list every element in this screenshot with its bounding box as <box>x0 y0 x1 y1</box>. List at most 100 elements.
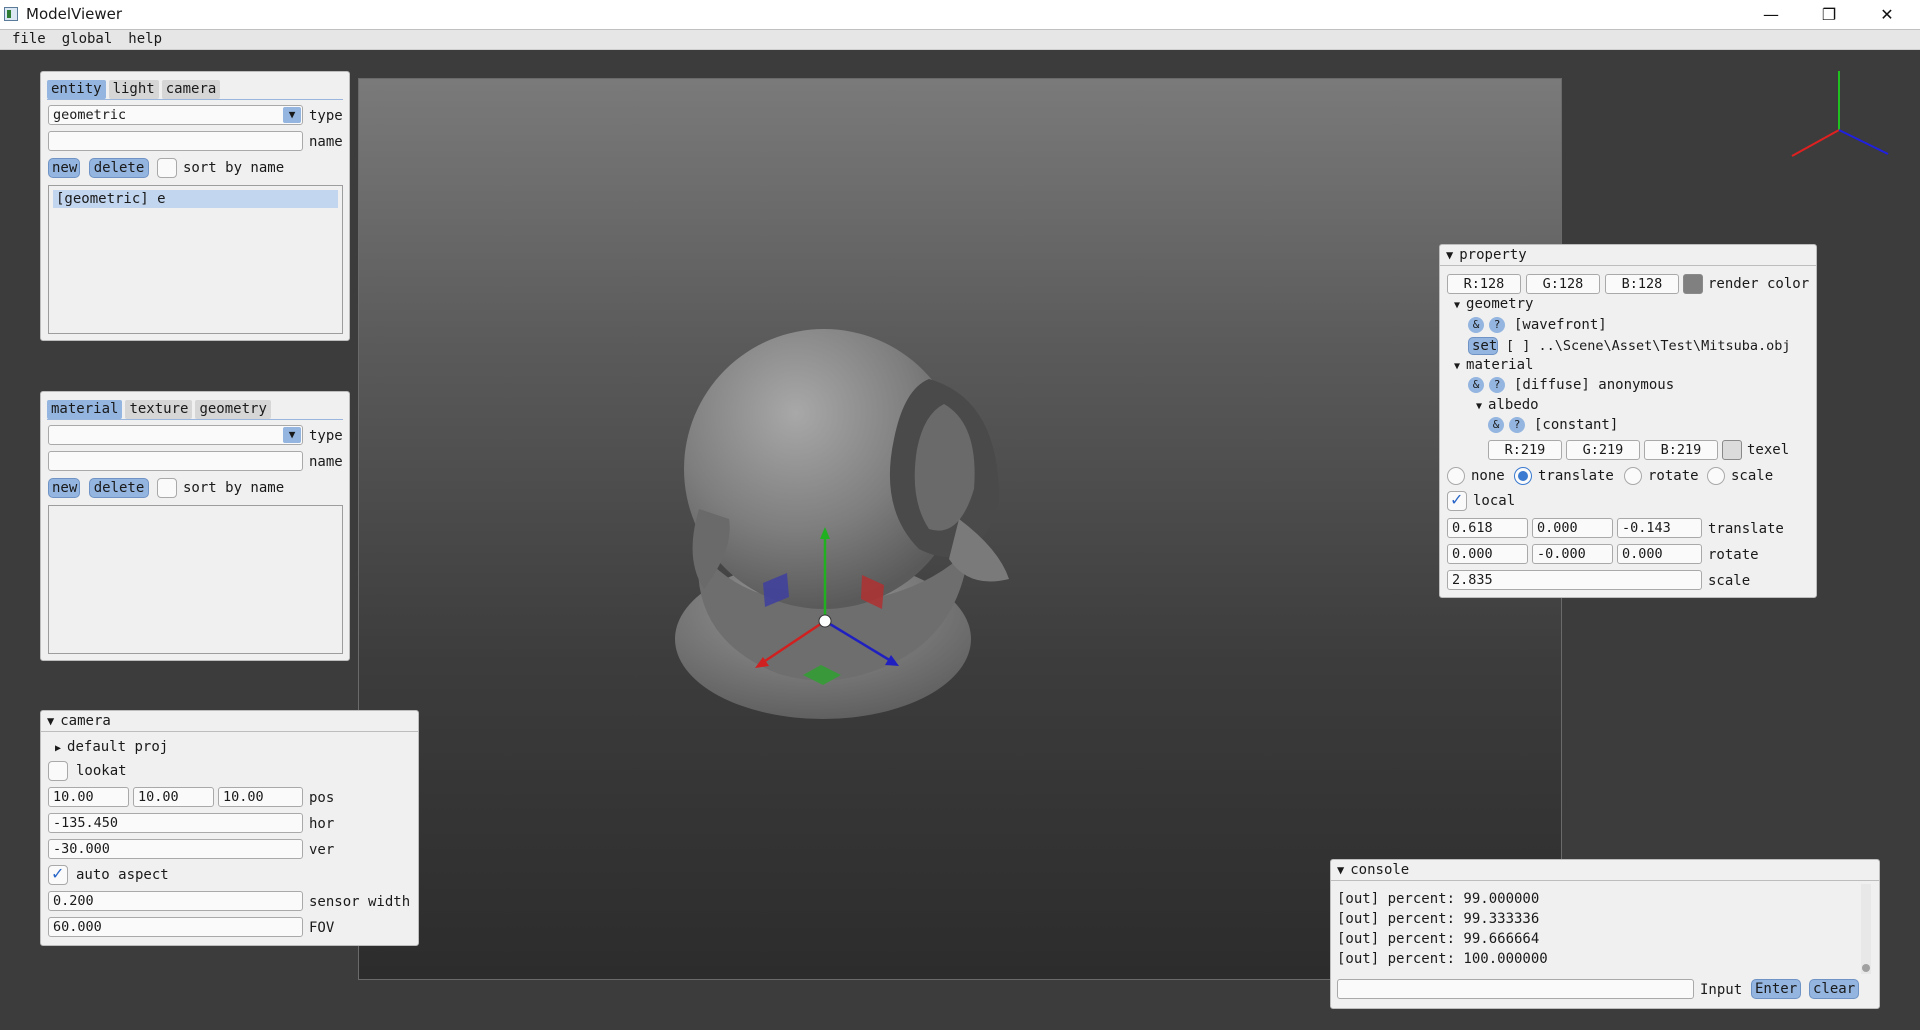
material-name-input[interactable] <box>48 451 303 471</box>
entity-list[interactable]: [geometric] e <box>48 185 343 334</box>
fov-label: FOV <box>309 920 335 936</box>
chevron-down-icon[interactable]: ▼ <box>283 427 301 443</box>
tab-geometry[interactable]: geometry <box>195 400 271 419</box>
mode-scale-radio[interactable] <box>1707 467 1725 485</box>
console-input[interactable] <box>1337 979 1694 999</box>
tab-light[interactable]: light <box>108 80 159 99</box>
sensor-width-label: sensor width <box>309 894 411 910</box>
material-type: [diffuse] anonymous <box>1514 377 1675 393</box>
ver-label: ver <box>309 842 335 858</box>
console-header[interactable]: ▼ console <box>1331 860 1879 881</box>
tab-entity[interactable]: entity <box>47 80 106 99</box>
collapse-triangle-icon: ▼ <box>1454 361 1461 372</box>
entity-sort-checkbox[interactable] <box>157 158 177 178</box>
geometry-set-button[interactable]: set <box>1468 337 1498 355</box>
console-clear-button[interactable]: clear <box>1809 979 1859 999</box>
albedo-color-swatch[interactable] <box>1722 440 1742 460</box>
console-line: [out] percent: 99.333336 <box>1337 911 1540 927</box>
geometry-node[interactable]: ▼ geometry <box>1454 295 1533 315</box>
entity-new-button[interactable]: new <box>48 158 80 178</box>
albedo-node[interactable]: ▼ albedo <box>1476 396 1539 416</box>
albedo-help-button[interactable]: ? <box>1509 417 1525 433</box>
lookat-checkbox[interactable] <box>48 761 68 781</box>
render-b-field[interactable]: B:128 <box>1605 274 1679 294</box>
fov-field[interactable]: 60.000 <box>48 917 303 937</box>
material-delete-button[interactable]: delete <box>89 478 149 498</box>
geometry-ref-button[interactable]: & <box>1468 317 1484 333</box>
list-item[interactable]: [geometric] e <box>53 190 338 208</box>
albedo-ref-button[interactable]: & <box>1488 417 1504 433</box>
rotate-label: rotate <box>1708 547 1759 563</box>
albedo-r-field[interactable]: R:219 <box>1488 440 1562 460</box>
camera-header[interactable]: ▼ camera <box>41 711 418 732</box>
local-checkbox[interactable] <box>1447 490 1467 511</box>
render-r-field[interactable]: R:128 <box>1447 274 1521 294</box>
material-panel: material texture geometry ▼ type name ne… <box>40 391 350 661</box>
translate-label: translate <box>1708 521 1784 537</box>
ver-field[interactable]: -30.000 <box>48 839 303 859</box>
material-node[interactable]: ▼ material <box>1454 356 1533 376</box>
property-header[interactable]: ▼ property <box>1440 245 1816 266</box>
translate-z-field[interactable]: -0.143 <box>1617 518 1702 538</box>
entity-sort-label: sort by name <box>183 160 285 176</box>
pos-y-field[interactable]: 10.00 <box>133 787 214 807</box>
translate-y-field[interactable]: 0.000 <box>1532 518 1613 538</box>
mitsuba-model[interactable] <box>675 329 1009 719</box>
render-color-swatch[interactable] <box>1683 274 1703 294</box>
hor-field[interactable]: -135.450 <box>48 813 303 833</box>
material-type-select[interactable]: ▼ <box>48 425 303 445</box>
console-truncated-line <box>1337 882 1397 888</box>
render-viewport[interactable] <box>358 78 1562 980</box>
material-help-button[interactable]: ? <box>1489 377 1505 393</box>
scale-field[interactable]: 2.835 <box>1447 570 1702 590</box>
chevron-down-icon[interactable]: ▼ <box>283 107 301 123</box>
translate-x-field[interactable]: 0.618 <box>1447 518 1528 538</box>
albedo-node-label: albedo <box>1488 397 1539 413</box>
render-g-field[interactable]: G:128 <box>1526 274 1600 294</box>
material-new-button[interactable]: new <box>48 478 80 498</box>
albedo-b-field[interactable]: B:219 <box>1644 440 1718 460</box>
mode-none-radio[interactable] <box>1447 467 1465 485</box>
property-panel: ▼ property R:128 G:128 B:128 render color… <box>1439 244 1817 598</box>
geometry-help-button[interactable]: ? <box>1489 317 1505 333</box>
tab-texture[interactable]: texture <box>125 400 193 419</box>
tab-camera[interactable]: camera <box>161 80 221 99</box>
rotate-y-field[interactable]: -0.000 <box>1532 544 1613 564</box>
sensor-width-field[interactable]: 0.200 <box>48 891 303 911</box>
console-enter-button[interactable]: Enter <box>1751 979 1801 999</box>
texel-label: texel <box>1747 442 1790 458</box>
close-icon[interactable]: ✕ <box>1858 0 1916 29</box>
auto-aspect-checkbox[interactable] <box>48 864 68 885</box>
console-scrollbar[interactable] <box>1861 884 1871 974</box>
console-output[interactable]: [out] percent: 99.000000 [out] percent: … <box>1337 882 1863 974</box>
app-icon <box>4 7 18 21</box>
rotate-x-field[interactable]: 0.000 <box>1447 544 1528 564</box>
entity-type-select[interactable]: geometric ▼ <box>48 105 303 125</box>
material-list[interactable] <box>48 505 343 654</box>
entity-name-input[interactable] <box>48 131 303 151</box>
material-ref-button[interactable]: & <box>1468 377 1484 393</box>
menu-bar: file global help <box>0 29 1920 50</box>
entity-delete-button[interactable]: delete <box>89 158 149 178</box>
scrollbar-thumb[interactable] <box>1862 964 1870 972</box>
mode-rotate-radio[interactable] <box>1624 467 1642 485</box>
menu-global[interactable]: global <box>54 30 121 49</box>
mode-translate-radio[interactable] <box>1514 467 1532 485</box>
material-sort-checkbox[interactable] <box>157 478 177 498</box>
default-proj-node[interactable]: ▶ default proj <box>55 738 168 758</box>
pos-x-field[interactable]: 10.00 <box>48 787 129 807</box>
hor-label: hor <box>309 816 335 832</box>
camera-header-label: camera <box>60 713 111 729</box>
menu-file[interactable]: file <box>0 30 54 49</box>
minimize-icon[interactable]: — <box>1742 0 1800 29</box>
albedo-g-field[interactable]: G:219 <box>1566 440 1640 460</box>
pos-z-field[interactable]: 10.00 <box>218 787 303 807</box>
rotate-z-field[interactable]: 0.000 <box>1617 544 1702 564</box>
collapse-triangle-icon: ▼ <box>1337 863 1345 877</box>
menu-help[interactable]: help <box>120 30 170 49</box>
mode-none-label: none <box>1471 468 1505 484</box>
pos-label: pos <box>309 790 335 806</box>
expand-triangle-icon: ▶ <box>55 743 62 754</box>
restore-icon[interactable]: ❐ <box>1800 0 1858 29</box>
tab-material[interactable]: material <box>47 400 123 419</box>
